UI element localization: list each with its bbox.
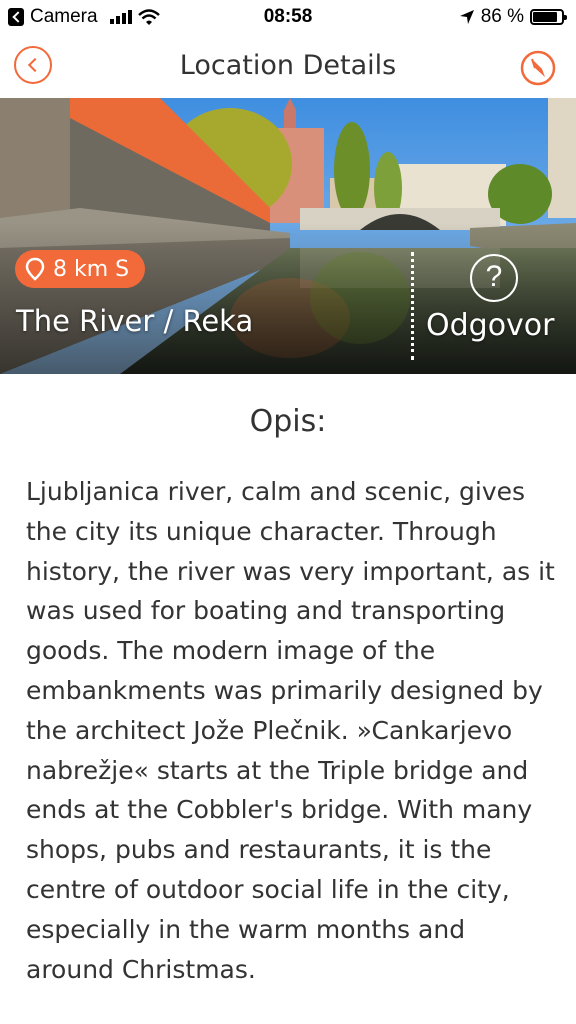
description-text: Ljubljanica river, calm and scenic, give… xyxy=(26,477,555,984)
battery-percent: 86 % xyxy=(480,6,524,27)
question-icon[interactable]: ? xyxy=(470,254,518,302)
navigation-bar: Location Details xyxy=(0,34,576,98)
answer-label[interactable]: Odgovor xyxy=(426,308,555,343)
vertical-divider xyxy=(411,252,414,360)
distance-label: 8 km S xyxy=(53,256,130,282)
page-title: Location Details xyxy=(179,50,397,81)
status-right: 86 % xyxy=(459,6,567,28)
description-heading: Opis: xyxy=(249,404,327,439)
location-pin-icon xyxy=(25,257,45,281)
distance-badge: 8 km S xyxy=(15,250,146,288)
location-hero: 8 km S The River / Reka ? Odgovor xyxy=(0,98,576,374)
location-title: The River / Reka xyxy=(16,304,254,338)
answer-button[interactable]: ? Odgovor xyxy=(420,254,570,364)
compass-icon[interactable] xyxy=(520,50,556,86)
battery-icon xyxy=(530,9,567,25)
location-arrow-icon xyxy=(459,10,474,24)
status-bar: Camera 08:58 86 % xyxy=(0,0,576,34)
battery-level xyxy=(533,12,558,22)
